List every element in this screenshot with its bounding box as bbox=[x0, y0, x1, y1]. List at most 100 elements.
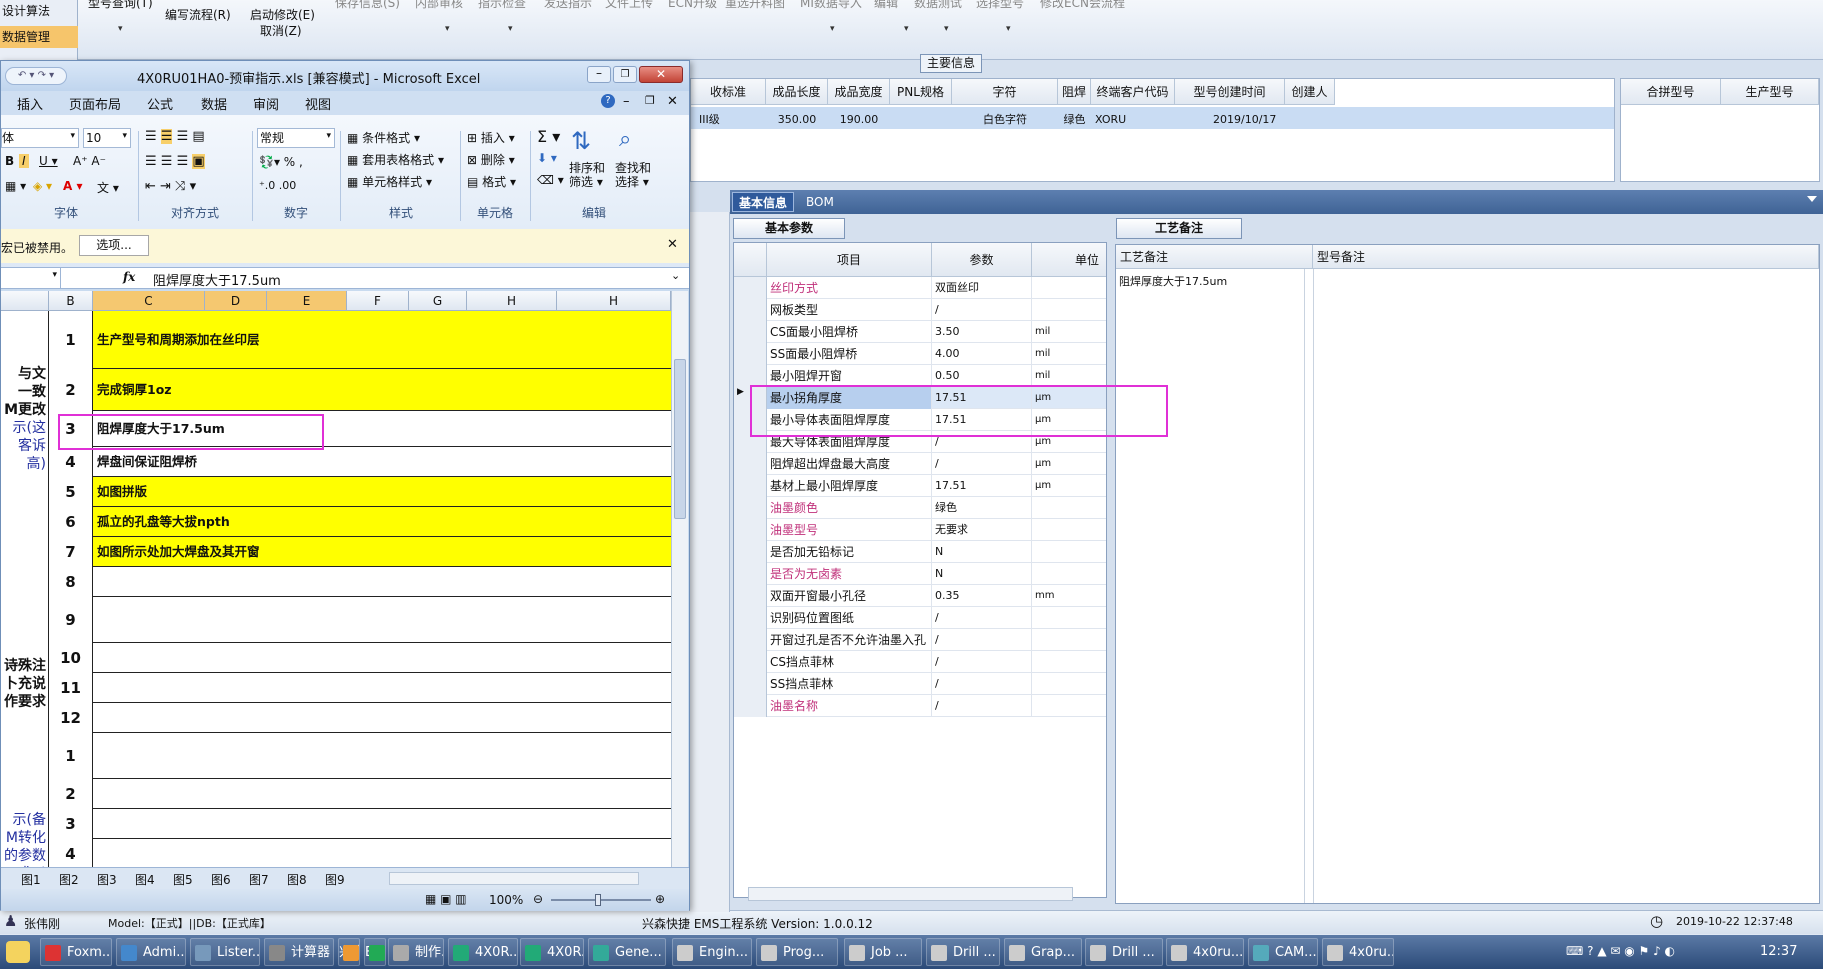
font-size-select[interactable]: 10 ▾ bbox=[83, 128, 131, 148]
col-header[interactable]: PNL规格 bbox=[890, 79, 952, 105]
clear-button[interactable]: ⌫ ▾ bbox=[537, 173, 564, 187]
param-row[interactable]: 是否为无卤素 N bbox=[734, 563, 1106, 585]
taskbar-button[interactable]: 4X0R... bbox=[448, 938, 518, 966]
row-header[interactable] bbox=[734, 453, 767, 475]
craft-remark-text[interactable]: 阻焊厚度大于17.5um bbox=[1119, 273, 1227, 289]
clock[interactable]: 12:37 bbox=[1760, 944, 1797, 959]
phonetic-button[interactable]: 文 ▾ bbox=[97, 179, 119, 196]
toolbar-button[interactable]: 文件上传 bbox=[605, 0, 653, 11]
param-value[interactable]: / bbox=[932, 673, 1032, 695]
toolbar-button[interactable]: 保存信息(S) bbox=[335, 0, 400, 11]
font-name-select[interactable]: 体 ▾ bbox=[1, 128, 79, 148]
sheet-row[interactable]: 2 完成铜厚1oz bbox=[49, 369, 671, 411]
row-header[interactable] bbox=[734, 651, 767, 673]
param-row[interactable]: 阻焊超出焊盘最大高度 / μm bbox=[734, 453, 1106, 475]
sheet-row[interactable]: 10 bbox=[49, 643, 671, 673]
toolbar-button[interactable]: 指示检查 bbox=[478, 0, 526, 11]
table-format-button[interactable]: ▦ 套用表格格式 ▾ bbox=[347, 151, 444, 168]
col-header[interactable]: 字符 bbox=[952, 79, 1058, 105]
tab-bom[interactable]: BOM bbox=[800, 192, 840, 212]
conditional-format-button[interactable]: ▦ 条件格式 ▾ bbox=[347, 129, 420, 146]
restore-button[interactable]: ❐ bbox=[613, 66, 637, 83]
col-header[interactable]: G bbox=[409, 291, 467, 311]
col-header[interactable]: 成品长度 bbox=[766, 79, 828, 105]
tab-data[interactable]: 数据 bbox=[201, 94, 227, 113]
sheet-row[interactable]: 3 bbox=[49, 809, 671, 839]
row-header[interactable] bbox=[734, 519, 767, 541]
chevron-down-icon[interactable] bbox=[1807, 196, 1817, 202]
chevron-down-icon[interactable]: ▾ bbox=[944, 24, 949, 34]
param-row[interactable]: 最小阻焊开窗 0.50 mil bbox=[734, 365, 1106, 387]
delete-cells-button[interactable]: ⊠ 删除 ▾ bbox=[467, 151, 515, 168]
sheet-tab[interactable]: 图5 bbox=[173, 871, 193, 888]
zoom-in-button[interactable]: ⊕ bbox=[655, 892, 665, 906]
borders-button[interactable]: ▦ ▾ bbox=[5, 179, 26, 193]
col-header[interactable]: 阻焊 bbox=[1058, 79, 1091, 105]
param-row[interactable]: 网板类型 / bbox=[734, 299, 1106, 321]
row-header[interactable] bbox=[734, 365, 767, 387]
sheet-row[interactable]: 9 bbox=[49, 597, 671, 643]
view-buttons[interactable]: ▦ ▣ ▥ bbox=[425, 892, 467, 906]
col-header[interactable]: 项目 bbox=[767, 243, 932, 277]
taskbar-button[interactable]: 4x0ru... bbox=[1322, 938, 1394, 966]
cell-text[interactable]: 生产型号和周期添加在丝印层 bbox=[97, 311, 260, 369]
taskbar-button[interactable]: Drill ... bbox=[926, 938, 1000, 966]
taskbar-button[interactable]: 制作... bbox=[388, 938, 444, 966]
cell-styles-button[interactable]: ▦ 单元格样式 ▾ bbox=[347, 173, 432, 190]
name-box[interactable]: ▾ bbox=[1, 268, 61, 288]
cell-text[interactable]: 焊盘间保证阻焊桥 bbox=[97, 447, 197, 477]
zoom-slider[interactable] bbox=[551, 899, 651, 901]
taskbar-button[interactable]: Engin... bbox=[672, 938, 752, 966]
taskbar-button[interactable]: EDS... bbox=[364, 938, 386, 966]
underline-button[interactable]: U ▾ bbox=[39, 154, 58, 168]
param-value[interactable]: 4.00 bbox=[932, 343, 1032, 365]
col-header[interactable]: 参数 bbox=[932, 243, 1032, 277]
sheet-tab[interactable]: 图3 bbox=[97, 871, 117, 888]
ribbon-restore-button[interactable]: ❐ bbox=[645, 94, 655, 107]
insert-cells-button[interactable]: ⊞ 插入 ▾ bbox=[467, 129, 515, 146]
chevron-down-icon[interactable]: ▾ bbox=[830, 24, 835, 34]
taskbar-button[interactable]: 计算器 bbox=[264, 938, 334, 966]
tab-insert[interactable]: 插入 bbox=[17, 94, 43, 113]
param-value[interactable]: 0.35 bbox=[932, 585, 1032, 607]
taskbar-button[interactable]: Admi... bbox=[116, 938, 186, 966]
italic-button[interactable]: I bbox=[19, 154, 29, 168]
horizontal-scrollbar[interactable] bbox=[748, 887, 1073, 901]
col-header[interactable]: D bbox=[205, 291, 267, 311]
zoom-out-button[interactable]: ⊖ bbox=[533, 892, 543, 906]
align-left-buttons[interactable]: ☰ ☰ ☰ ▣ bbox=[145, 154, 205, 169]
col-header[interactable]: 单位 bbox=[1032, 243, 1106, 277]
param-value[interactable]: 3.50 bbox=[932, 321, 1032, 343]
taskbar-button[interactable]: Prog... bbox=[756, 938, 838, 966]
toolbar-button[interactable]: 发送指示 bbox=[544, 0, 592, 11]
cell-text[interactable]: 如图所示处加大焊盘及其开窗 bbox=[97, 537, 260, 567]
toolbar-button[interactable]: 数据测试 bbox=[914, 0, 962, 11]
col-header[interactable]: 创建人 bbox=[1285, 79, 1335, 105]
row-header[interactable] bbox=[734, 343, 767, 365]
col-header[interactable]: 生产型号 bbox=[1721, 79, 1819, 105]
row-header[interactable] bbox=[734, 695, 767, 717]
ribbon-minimize-button[interactable]: – bbox=[623, 94, 630, 109]
param-value[interactable]: 绿色 bbox=[932, 497, 1032, 519]
param-row[interactable]: 开窗过孔是否不允许油墨入孔 / bbox=[734, 629, 1106, 651]
param-value[interactable]: / bbox=[932, 629, 1032, 651]
sheet-row[interactable]: 11 bbox=[49, 673, 671, 703]
toolbar-button[interactable]: 启动修改(E) bbox=[250, 6, 315, 23]
sheet-tab[interactable]: 图6 bbox=[211, 871, 231, 888]
help-icon[interactable]: ? bbox=[601, 94, 615, 108]
param-value[interactable]: N bbox=[932, 541, 1032, 563]
col-header[interactable]: 收标准 bbox=[691, 79, 766, 105]
row-header[interactable] bbox=[734, 475, 767, 497]
col-header[interactable]: B bbox=[49, 291, 93, 311]
close-message-icon[interactable]: ✕ bbox=[667, 237, 678, 252]
close-button[interactable]: ✕ bbox=[639, 66, 683, 83]
col-header[interactable]: 型号备注 bbox=[1313, 245, 1819, 269]
format-cells-button[interactable]: ▤ 格式 ▾ bbox=[467, 173, 516, 190]
indent-buttons[interactable]: ⇤ ⇥ ⤨ ▾ bbox=[145, 179, 196, 194]
col-header[interactable]: H bbox=[557, 291, 671, 311]
sort-filter-icon[interactable]: ⇅ bbox=[571, 127, 591, 155]
tab-view[interactable]: 视图 bbox=[305, 94, 331, 113]
param-value[interactable]: 0.50 bbox=[932, 365, 1032, 387]
find-select-button[interactable]: 查找和 选择 ▾ bbox=[615, 161, 651, 189]
row-header[interactable] bbox=[734, 277, 767, 299]
